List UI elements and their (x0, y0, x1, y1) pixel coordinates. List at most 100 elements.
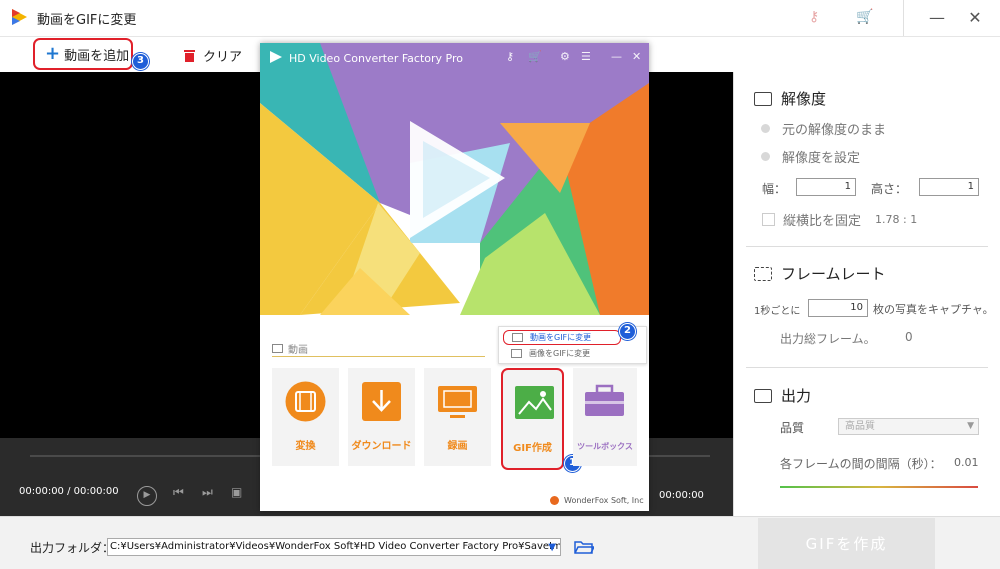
close-button[interactable]: ✕ (963, 6, 987, 30)
cart-icon[interactable]: 🛒 (856, 9, 873, 25)
category-divider (272, 356, 485, 357)
banner-artwork (260, 43, 649, 315)
gif-icon (515, 386, 554, 419)
brand-text: WonderFox Soft, Inc (564, 496, 644, 505)
menu-video-to-gif-label: 動画をGIFに変更 (530, 333, 592, 342)
image-icon (754, 388, 772, 403)
step-badge-2: 2 (619, 323, 636, 340)
next-frame-icon[interactable]: ⏭ (202, 485, 213, 500)
settings-panel: 解像度 元の解像度のまま 解像度を設定 幅： 1 高さ： 1 縦横比を固定 1.… (733, 72, 1000, 516)
clear-label: クリア (203, 50, 243, 65)
toolbox-icon (585, 384, 624, 416)
close-icon[interactable]: ✕ (632, 50, 641, 63)
radio-set-label: 解像度を設定 (782, 151, 861, 166)
output-folder-label: 出力フォルダ： (30, 541, 115, 555)
radio-dot (761, 124, 770, 133)
tile-toolbox-label: ツールボックス (577, 442, 633, 451)
inner-app-window: HD Video Converter Factory Pro ⚷ 🛒 ⚙ ☰ —… (260, 43, 649, 511)
folder-icon[interactable] (574, 540, 594, 554)
snapshot-icon[interactable]: ▣ (231, 485, 242, 499)
clear-button[interactable]: クリア (184, 46, 242, 65)
plus-icon: + (45, 43, 61, 64)
cart-icon[interactable]: 🛒 (528, 50, 542, 63)
total-frames-value: 0 (905, 330, 913, 344)
trash-icon (184, 50, 195, 62)
category-label: 動画 (272, 341, 308, 356)
height-input[interactable]: 1 (919, 178, 979, 196)
list-icon[interactable]: ☰ (581, 50, 591, 63)
video-category-icon (272, 344, 283, 353)
tile-gif-maker[interactable]: GIF作成 (501, 368, 564, 470)
title-separator (903, 0, 904, 36)
radio-dot (761, 152, 770, 161)
width-label: 幅： (762, 182, 787, 196)
tile-record-label: 録画 (447, 441, 468, 452)
tile-convert-label: 変換 (295, 441, 316, 452)
menu-image-to-gif[interactable]: 画像をGIFに変更 (503, 347, 621, 362)
window-title: 動画をGIFに変更 (37, 13, 137, 28)
add-video-label: 動画を追加 (64, 48, 130, 64)
chevron-down-icon: ▼ (967, 421, 974, 431)
aspect-lock-checkbox[interactable]: 縦横比を固定 1.78 : 1 (762, 210, 917, 229)
inner-window-title: HD Video Converter Factory Pro (289, 52, 463, 65)
tile-gif-label: GIF作成 (513, 443, 552, 454)
add-video-button[interactable]: + 動画を追加 (33, 38, 133, 70)
output-path-value: C:¥Users¥Administrator¥Videos¥WonderFox … (110, 541, 561, 552)
title-bar: 動画をGIFに変更 ⚷ 🛒 — ✕ (0, 0, 1000, 37)
bottom-bar: 出力フォルダ： C:¥Users¥Administrator¥Videos¥Wo… (0, 516, 1000, 569)
tile-record[interactable]: 録画 (424, 368, 491, 466)
wonderfox-logo-icon (550, 496, 559, 505)
end-time-display: 00:00:00 (659, 490, 704, 501)
interval-slider[interactable] (780, 486, 978, 488)
height-label: 高さ： (871, 182, 908, 196)
framerate-prefix: 1秒ごとに (754, 306, 801, 317)
category-text: 動画 (288, 345, 308, 356)
radio-keep-label: 元の解像度のまま (782, 123, 887, 138)
resolution-icon (754, 91, 772, 106)
app-logo-icon (12, 9, 27, 25)
divider (746, 246, 988, 247)
app-logo-icon (270, 51, 282, 63)
step-badge-3: 3 (132, 53, 149, 70)
interval-label: 各フレームの間の間隔（秒）： (780, 457, 942, 471)
divider (746, 367, 988, 368)
aspect-label: 縦横比を固定 (783, 214, 862, 229)
key-icon[interactable]: ⚷ (506, 50, 514, 63)
minimize-icon[interactable]: — (611, 50, 622, 63)
menu-image-to-gif-label: 画像をGIFに変更 (529, 349, 591, 358)
resolution-section-title: 解像度 (754, 88, 826, 109)
key-icon[interactable]: ⚷ (809, 9, 819, 25)
tile-download-label: ダウンロード (351, 441, 412, 452)
radio-keep-resolution[interactable]: 元の解像度のまま (761, 119, 886, 138)
width-input[interactable]: 1 (796, 178, 856, 196)
quality-select[interactable]: 高品質 ▼ (838, 418, 979, 435)
tile-toolbox[interactable]: ツールボックス (573, 368, 637, 466)
play-icon[interactable]: ▶ (137, 486, 157, 506)
framerate-suffix: 枚の写真をキャプチャ。 (873, 303, 994, 316)
chevron-down-icon[interactable]: ▼ (548, 540, 556, 555)
previous-frame-icon[interactable]: ⏮ (173, 485, 184, 500)
checkbox-box (762, 213, 775, 226)
output-title: 出力 (781, 387, 812, 405)
framerate-input[interactable]: 10 (808, 299, 868, 317)
minimize-button[interactable]: — (925, 6, 949, 30)
tile-download[interactable]: ダウンロード (348, 368, 415, 466)
quality-label: 品質 (780, 421, 805, 435)
tile-convert[interactable]: 変換 (272, 368, 339, 466)
create-gif-button[interactable]: GIFを作成 (758, 518, 935, 569)
menu-video-to-gif[interactable]: 動画をGIFに変更 (503, 330, 621, 345)
film-icon (754, 266, 772, 281)
brand-footer: WonderFox Soft, Inc (550, 496, 644, 505)
image-icon (511, 349, 522, 358)
radio-set-resolution[interactable]: 解像度を設定 (761, 147, 860, 166)
video-icon (512, 333, 523, 342)
gear-icon[interactable]: ⚙ (560, 50, 570, 63)
interval-value: 0.01 (954, 456, 979, 469)
output-path-field[interactable]: C:¥Users¥Administrator¥Videos¥WonderFox … (107, 538, 561, 556)
quality-value: 高品質 (845, 421, 875, 432)
total-frames-label: 出力総フレーム。 (780, 332, 876, 346)
framerate-title: フレームレート (781, 265, 886, 283)
screen-record-icon (438, 386, 477, 418)
aspect-value: 1.78 : 1 (875, 213, 918, 226)
output-section-title: 出力 (754, 385, 811, 406)
